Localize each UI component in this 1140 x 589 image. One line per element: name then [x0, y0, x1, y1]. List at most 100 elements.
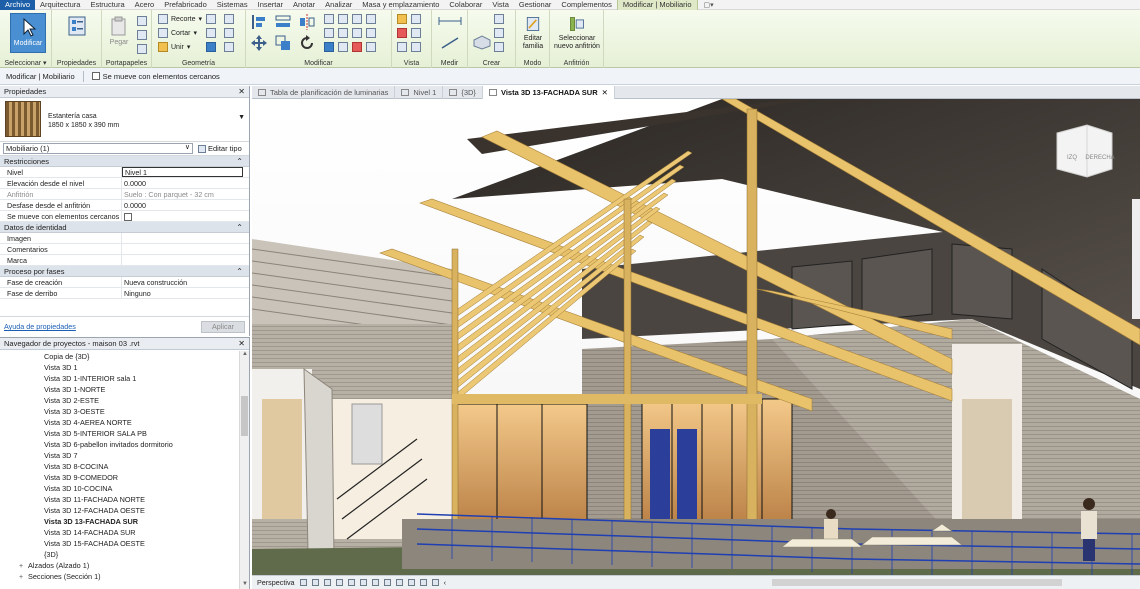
browser-view-item[interactable]: {3D}: [0, 549, 240, 560]
close-icon[interactable]: ✕: [238, 86, 245, 98]
measure-icon[interactable]: [438, 16, 462, 26]
create-part-icon[interactable]: [472, 34, 492, 50]
browser-view-item[interactable]: Vista 3D 10-COCINA: [0, 483, 240, 494]
demolish-icon[interactable]: [224, 14, 234, 24]
analysis-icon[interactable]: [431, 579, 439, 586]
menu-tab-8[interactable]: Analizar: [320, 0, 357, 10]
browser-view-item[interactable]: Vista 3D 5-INTERIOR SALA PB: [0, 428, 240, 439]
menu-extra-dropdown[interactable]: ▢▾: [704, 1, 714, 9]
property-value[interactable]: Nivel 1: [122, 167, 243, 177]
create-group-icon[interactable]: [494, 14, 504, 24]
cut-icon[interactable]: [137, 30, 147, 40]
menu-tab-5[interactable]: Sistemas: [212, 0, 253, 10]
browser-view-item[interactable]: Copia de {3D}: [0, 351, 240, 362]
view-tab-3[interactable]: Vista 3D 13-FACHADA SUR ✕: [482, 86, 615, 99]
expand-icon[interactable]: +: [19, 572, 28, 583]
temp-view-props-icon[interactable]: [407, 579, 415, 586]
menu-tab-14[interactable]: Modificar | Mobiliario: [616, 0, 698, 10]
move-icon[interactable]: [250, 34, 268, 52]
mirror-icon[interactable]: [298, 13, 316, 31]
scroll-up-icon[interactable]: ▲: [240, 351, 250, 359]
scale-icon[interactable]: [366, 14, 376, 24]
menu-tab-13[interactable]: Complementos: [556, 0, 616, 10]
menu-tab-9[interactable]: Masa y emplazamiento: [357, 0, 444, 10]
join-button[interactable]: Unir ▾: [158, 42, 190, 52]
menu-tab-6[interactable]: Insertar: [253, 0, 288, 10]
close-icon[interactable]: ✕: [238, 338, 245, 350]
menu-tab-3[interactable]: Acero: [130, 0, 160, 10]
copy-element-icon[interactable]: [274, 34, 292, 52]
match-type-icon[interactable]: [366, 42, 376, 52]
property-value[interactable]: [122, 255, 249, 265]
viewport-hscroll[interactable]: [772, 579, 1062, 586]
paste-button[interactable]: Pegar: [104, 13, 134, 53]
create-assembly-icon[interactable]: [494, 28, 504, 38]
select-box-icon[interactable]: [397, 42, 407, 52]
cope-button[interactable]: Recorte ▾: [158, 14, 202, 24]
property-value[interactable]: 0.0000: [122, 200, 249, 210]
viewport-scroll-track[interactable]: [1132, 199, 1140, 319]
property-value[interactable]: 0.0000: [122, 178, 249, 188]
view-tab-1[interactable]: Nivel 1: [395, 86, 444, 99]
linework-icon[interactable]: [411, 28, 421, 38]
property-value[interactable]: [122, 211, 249, 221]
browser-view-item[interactable]: Vista 3D 7: [0, 450, 240, 461]
match-icon[interactable]: [137, 44, 147, 54]
property-value[interactable]: Ninguno: [122, 288, 249, 298]
browser-scrollbar[interactable]: ▲ ▼: [239, 351, 249, 589]
dimension-icon[interactable]: [440, 36, 460, 50]
collapse-icon[interactable]: ⌃: [236, 156, 243, 167]
split-icon[interactable]: [324, 14, 334, 24]
browser-view-item[interactable]: Vista 3D 2-ESTE: [0, 395, 240, 406]
close-tab-icon[interactable]: ✕: [602, 86, 608, 99]
create-similar-icon[interactable]: [494, 42, 504, 52]
moves-with-nearby-property-checkbox[interactable]: [124, 213, 132, 221]
sun-path-icon[interactable]: [311, 579, 319, 586]
collapse-icon[interactable]: ⌃: [236, 222, 243, 233]
menu-tab-12[interactable]: Gestionar: [514, 0, 557, 10]
apply-button[interactable]: Aplicar: [201, 320, 245, 333]
align-icon[interactable]: [250, 13, 268, 31]
menu-tab-1[interactable]: Arquitectura: [35, 0, 85, 10]
section-identity[interactable]: Datos de identidad ⌃: [0, 222, 249, 233]
viewcube[interactable]: IZQ DERECHA: [1056, 124, 1115, 178]
lock-view-icon[interactable]: [371, 579, 379, 586]
edit-family-button[interactable]: Editar familia: [517, 13, 549, 53]
copy-icon[interactable]: [137, 16, 147, 26]
render-icon[interactable]: [335, 579, 343, 586]
3d-viewport[interactable]: IZQ DERECHA: [252, 99, 1140, 575]
browser-group-item[interactable]: + Secciones (Sección 1): [0, 571, 240, 582]
property-value[interactable]: Nueva construcción: [122, 277, 249, 287]
browser-view-item[interactable]: Vista 3D 15-FACHADA OESTE: [0, 538, 240, 549]
caret-down-icon[interactable]: ▼: [238, 114, 245, 121]
select-group-label[interactable]: Seleccionar ▾: [0, 59, 51, 67]
wall-joins-icon[interactable]: [206, 14, 216, 24]
section-constraints[interactable]: Restricciones ⌃: [0, 156, 249, 167]
type-selector[interactable]: Estantería casa 1850 x 1850 x 390 mm ▼: [0, 98, 249, 142]
instance-filter-select[interactable]: Mobiliario (1): [3, 143, 193, 154]
property-value[interactable]: [122, 233, 249, 243]
cut-geometry-button[interactable]: Cortar ▾: [158, 28, 197, 38]
temp-hide-icon[interactable]: [383, 579, 391, 586]
split-gap-icon[interactable]: [352, 28, 362, 38]
offset-icon[interactable]: [274, 13, 292, 31]
hammer-icon[interactable]: [224, 42, 234, 52]
trim-icon[interactable]: [338, 14, 348, 24]
browser-view-item[interactable]: Vista 3D 13-FACHADA SUR: [0, 516, 240, 527]
browser-view-item[interactable]: Vista 3D 9-COMEDOR: [0, 472, 240, 483]
browser-view-item[interactable]: Vista 3D 14-FACHADA SUR: [0, 527, 240, 538]
array-icon[interactable]: [324, 28, 334, 38]
browser-view-item[interactable]: Vista 3D 3-OESTE: [0, 406, 240, 417]
menu-tab-11[interactable]: Vista: [487, 0, 514, 10]
browser-view-item[interactable]: Vista 3D 8-COCINA: [0, 461, 240, 472]
crop-region-icon[interactable]: [359, 579, 367, 586]
paint-icon[interactable]: [206, 42, 216, 52]
delete-icon[interactable]: [352, 42, 362, 52]
scroll-down-icon[interactable]: ▼: [240, 581, 250, 589]
pick-new-host-button[interactable]: Seleccionar nuevo anfitrión: [551, 13, 603, 53]
scroll-thumb[interactable]: [241, 396, 248, 436]
browser-view-item[interactable]: Vista 3D 6-pabellon invitados dormitorio: [0, 439, 240, 450]
moves-with-nearby-checkbox[interactable]: [91, 72, 100, 80]
array-linear-icon[interactable]: [324, 42, 334, 52]
view-tab-0[interactable]: Tabla de planificación de luminarias: [252, 86, 396, 99]
